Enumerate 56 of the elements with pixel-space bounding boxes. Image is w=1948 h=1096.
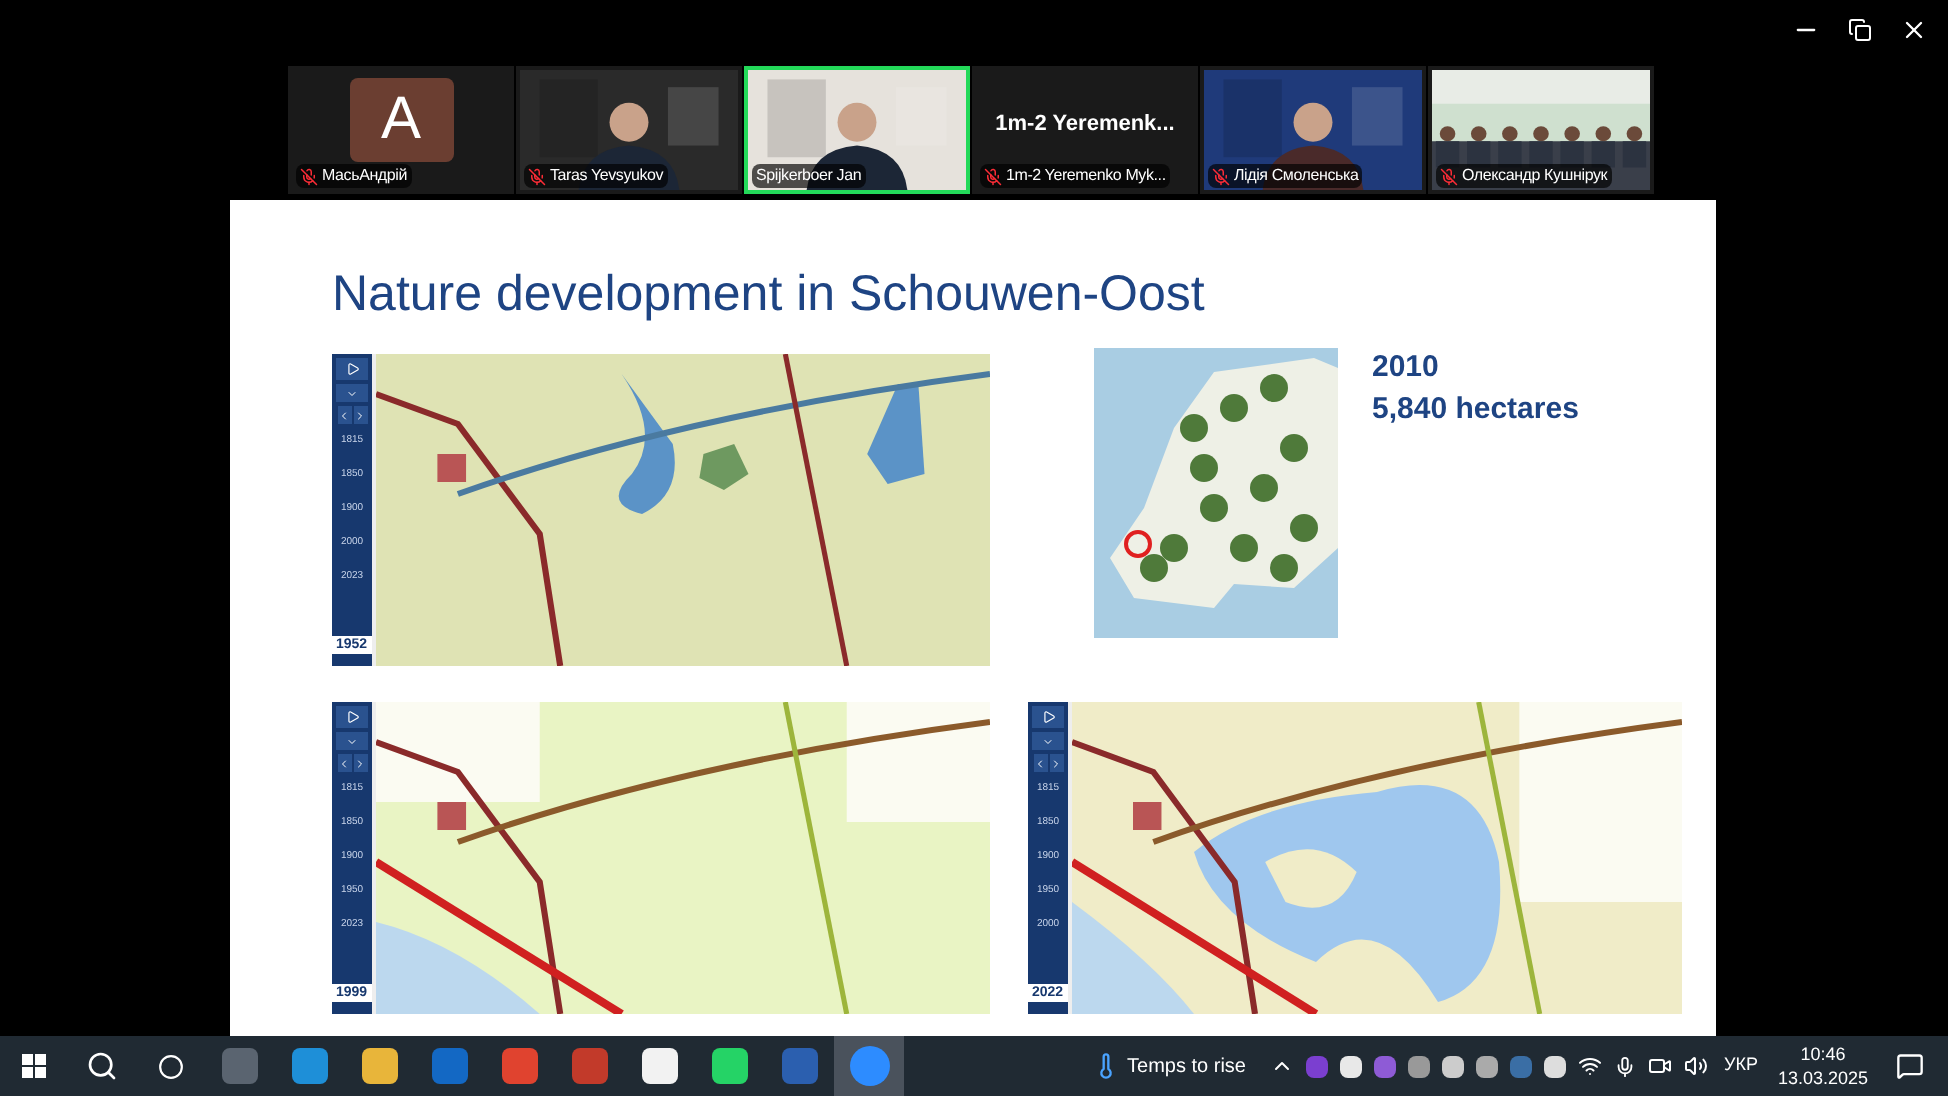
participant-name: 1m-2 Yeremenko Myk... [1006,164,1166,188]
play-icon [345,710,359,724]
search-icon[interactable] [86,1050,118,1082]
participant-name: МасьАндрій [322,164,407,188]
participant-display-name: 1m-2 Yeremenk... [995,109,1175,140]
next-button[interactable] [353,406,367,424]
play-icon [345,362,359,376]
year-dropdown[interactable] [336,732,368,750]
stat-text: 5,840 hectares [1372,390,1579,430]
date-text: 13.03.2025 [1777,1066,1868,1090]
participant-tile[interactable]: Taras Yevsyukov [516,66,742,194]
participant-tile[interactable]: Олександр Кушнірук [1428,66,1654,194]
participant-name: Олександр Кушнірук [1462,164,1608,188]
play-button[interactable] [336,706,368,728]
chevron-right-icon [1050,757,1062,769]
play-icon [1041,710,1055,724]
previous-button[interactable] [1033,754,1047,772]
chevron-down-icon [346,735,358,747]
next-button[interactable] [353,754,367,772]
weather-text: Temps to rise [1127,1053,1246,1081]
chevron-right-icon [354,757,366,769]
participant-tile[interactable]: Spijkerboer Jan [744,66,970,194]
chevron-left-icon [1034,757,1046,769]
weather-widget[interactable]: Temps to rise [1091,1051,1246,1081]
circle-icon[interactable] [157,1053,183,1079]
year-dropdown[interactable] [1032,732,1064,750]
notifications-icon[interactable] [1896,1052,1924,1080]
restore-icon[interactable] [1848,18,1872,42]
participant-name: Лідія Смоленська [1234,164,1359,188]
participant-tile[interactable]: A МасьАндрій [288,66,514,194]
chevron-down-icon [346,387,358,399]
clock[interactable]: 10:46 13.03.2025 [1777,1042,1868,1090]
participant-name: Taras Yevsyukov [550,164,664,188]
year-dropdown[interactable] [336,384,368,402]
chevron-left-icon [338,757,350,769]
camera-icon[interactable] [1647,1054,1672,1078]
close-icon[interactable] [1900,16,1928,44]
previous-button[interactable] [337,754,351,772]
participant-tile[interactable]: Лідія Смоленська [1200,66,1426,194]
chevron-left-icon [338,409,350,421]
chevron-down-icon [1042,735,1054,747]
slide-title: Nature development in Schouwen-Oost [332,264,1207,326]
microphone-icon[interactable] [1613,1055,1636,1077]
volume-icon[interactable] [1683,1054,1708,1078]
avatar: A [349,78,453,162]
time-text: 10:46 [1800,1042,1846,1066]
next-button[interactable] [1049,754,1063,772]
language-indicator[interactable]: УКР [1723,1052,1758,1080]
participant-name: Spijkerboer Jan [756,164,862,188]
previous-button[interactable] [337,406,351,424]
participant-tile[interactable]: 1m-2 Yeremenk... 1m-2 Yeremenko Myk... [972,66,1198,194]
play-button[interactable] [1032,706,1064,728]
windows-logo-icon [22,1054,46,1078]
stat-text: 2010 [1372,348,1441,388]
chevron-right-icon [354,409,366,421]
play-button[interactable] [336,358,368,380]
